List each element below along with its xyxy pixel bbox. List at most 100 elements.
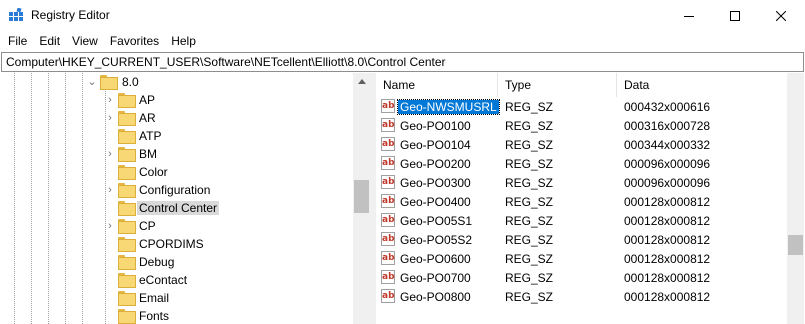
- value-data: 000344x000332: [624, 138, 711, 152]
- table-row[interactable]: ab Geo-PO05S1 REG_SZ 000128x000812: [376, 211, 787, 230]
- tree-item[interactable]: Fonts: [1, 307, 351, 324]
- chevron-right-icon[interactable]: ›: [105, 112, 115, 124]
- folder-icon: [118, 165, 136, 180]
- table-row[interactable]: ab Geo-PO0400 REG_SZ 000128x000812: [376, 192, 787, 211]
- table-row[interactable]: ab Geo-PO0100 REG_SZ 000316x000728: [376, 116, 787, 135]
- value-data: 000096x000096: [624, 157, 711, 171]
- menu-edit[interactable]: Edit: [33, 31, 66, 51]
- close-icon: [776, 10, 786, 21]
- value-data: 000128x000812: [624, 195, 711, 209]
- maximize-icon: [730, 10, 740, 21]
- table-row[interactable]: ab Geo-PO0200 REG_SZ 000096x000096: [376, 154, 787, 173]
- tree-item[interactable]: ATP: [1, 127, 351, 145]
- menu-view[interactable]: View: [66, 31, 104, 51]
- tree-item[interactable]: Email: [1, 289, 351, 307]
- tree-item[interactable]: › BM: [1, 145, 351, 163]
- menu-favorites[interactable]: Favorites: [104, 31, 165, 51]
- string-value-icon: ab: [381, 137, 395, 151]
- tree-item[interactable]: CPORDIMS: [1, 235, 351, 253]
- tree-item[interactable]: › CP: [1, 217, 351, 235]
- address-bar[interactable]: Computer\HKEY_CURRENT_USER\Software\NETc…: [1, 52, 804, 72]
- scroll-up-arrow[interactable]: [353, 73, 370, 90]
- value-name: Geo-PO0700: [400, 271, 471, 285]
- table-row[interactable]: ab Geo-NWSMUSRL REG_SZ 000432x000616: [376, 97, 787, 116]
- tree-item-label: eContact: [139, 273, 188, 287]
- column-header-type[interactable]: Type: [498, 73, 617, 97]
- column-header-name[interactable]: Name: [376, 73, 498, 97]
- folder-icon: [118, 201, 136, 216]
- table-row[interactable]: ab Geo-PO0104 REG_SZ 000344x000332: [376, 135, 787, 154]
- table-row[interactable]: ab Geo-PO05S2 REG_SZ 000128x000812: [376, 230, 787, 249]
- string-value-icon: ab: [381, 289, 395, 303]
- string-value-icon: ab: [381, 99, 395, 113]
- registry-icon: [9, 8, 23, 21]
- table-row[interactable]: ab Geo-PO0300 REG_SZ 000096x000096: [376, 173, 787, 192]
- value-data: 000128x000812: [624, 290, 711, 304]
- value-type: REG_SZ: [505, 157, 554, 171]
- value-data: 000128x000812: [624, 271, 711, 285]
- string-value-icon: ab: [381, 194, 395, 208]
- folder-icon: [118, 273, 136, 288]
- list-scrollbar[interactable]: [787, 73, 804, 324]
- chevron-right-icon[interactable]: ›: [105, 184, 115, 196]
- folder-icon: [118, 219, 136, 234]
- menu-file[interactable]: File: [2, 31, 33, 51]
- value-type: REG_SZ: [505, 290, 554, 304]
- value-data: 000128x000812: [624, 214, 711, 228]
- menu-bar: File Edit View Favorites Help: [0, 31, 805, 51]
- tree-item-label: 8.0: [122, 75, 139, 89]
- value-name: Geo-PO0400: [400, 195, 471, 209]
- tree-item-label: Fonts: [139, 309, 170, 323]
- value-data: 000128x000812: [624, 252, 711, 266]
- folder-icon: [118, 129, 136, 144]
- folder-icon: [118, 147, 136, 162]
- tree-scrollbar[interactable]: [353, 73, 370, 324]
- value-data: 000316x000728: [624, 119, 711, 133]
- tree-item-label: Color: [139, 165, 168, 179]
- chevron-right-icon[interactable]: ›: [105, 220, 115, 232]
- table-row[interactable]: ab Geo-PO0600 REG_SZ 000128x000812: [376, 249, 787, 268]
- tree-item[interactable]: › Configuration: [1, 181, 351, 199]
- tree-item-label: Email: [139, 291, 170, 305]
- chevron-down-icon[interactable]: ⌄: [87, 76, 97, 88]
- chevron-up-icon: [357, 79, 366, 84]
- minimize-icon: [684, 15, 694, 17]
- menu-help[interactable]: Help: [165, 31, 202, 51]
- string-value-icon: ab: [381, 270, 395, 284]
- value-name: Geo-PO0300: [400, 176, 471, 190]
- close-button[interactable]: [758, 0, 804, 31]
- key-tree: ⌄ 8.0 › AP › AR ATP › BM Color › Configuration Con…: [1, 73, 370, 324]
- tree-item-label: Configuration: [139, 183, 211, 197]
- tree-item[interactable]: › AP: [1, 91, 351, 109]
- string-value-icon: ab: [381, 118, 395, 132]
- table-row[interactable]: ab Geo-PO0800 REG_SZ 000128x000812: [376, 287, 787, 306]
- string-value-icon: ab: [381, 232, 395, 246]
- value-name: Geo-PO0600: [400, 252, 471, 266]
- chevron-right-icon[interactable]: ›: [105, 148, 115, 160]
- scroll-thumb[interactable]: [788, 235, 803, 255]
- tree-item-8-0[interactable]: ⌄ 8.0: [1, 73, 351, 91]
- value-type: REG_SZ: [505, 252, 554, 266]
- tree-item[interactable]: Color: [1, 163, 351, 181]
- maximize-button[interactable]: [712, 0, 758, 31]
- values-list: Name Type Data ab Geo-NWSMUSRL REG_SZ 00043…: [376, 73, 804, 324]
- window-title: Registry Editor: [31, 8, 110, 22]
- scroll-thumb[interactable]: [354, 180, 369, 213]
- tree-item[interactable]: › AR: [1, 109, 351, 127]
- folder-icon: [118, 309, 136, 324]
- table-row[interactable]: ab Geo-PO0700 REG_SZ 000128x000812: [376, 268, 787, 287]
- string-value-icon: ab: [381, 175, 395, 189]
- chevron-right-icon[interactable]: ›: [105, 94, 115, 106]
- column-header-data[interactable]: Data: [617, 73, 787, 97]
- folder-icon: [118, 237, 136, 252]
- minimize-button[interactable]: [666, 0, 712, 31]
- title-bar: Registry Editor: [0, 0, 805, 31]
- value-name: Geo-NWSMUSRL: [397, 99, 500, 115]
- tree-item[interactable]: Debug: [1, 253, 351, 271]
- tree-item[interactable]: eContact: [1, 271, 351, 289]
- value-type: REG_SZ: [505, 138, 554, 152]
- tree-item-label: BM: [139, 147, 157, 161]
- tree-item[interactable]: Control Center: [1, 199, 351, 217]
- value-data: 000096x000096: [624, 176, 711, 190]
- value-type: REG_SZ: [505, 119, 554, 133]
